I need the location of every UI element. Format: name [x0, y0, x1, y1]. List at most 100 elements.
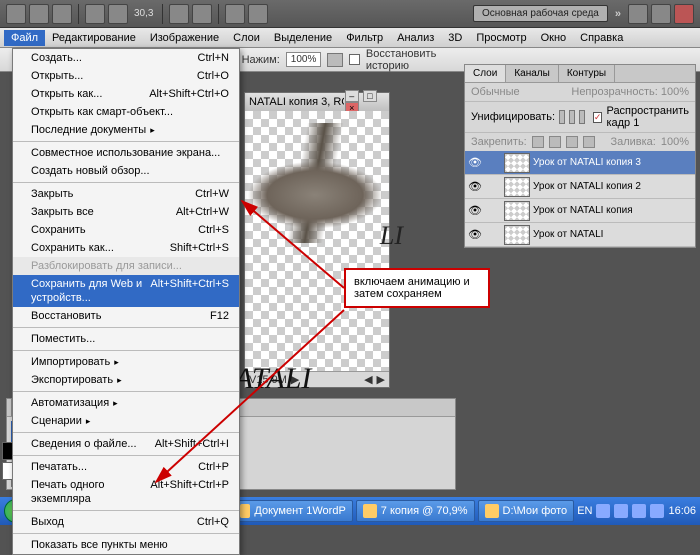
menuitem[interactable]: ВыходCtrl+Q [13, 513, 239, 531]
propagate-label: Распространить кадр 1 [606, 105, 689, 129]
menu-анализ[interactable]: Анализ [390, 30, 441, 46]
fill-label: Заливка: [610, 136, 655, 148]
app-toolbar: 30,3 Основная рабочая среда » [0, 0, 700, 28]
menuitem[interactable]: Импортировать [13, 353, 239, 371]
layer-row[interactable]: 👁Урок от NATALI копия 3 [465, 151, 695, 175]
unify-vis-icon[interactable] [569, 110, 575, 124]
eye-icon[interactable]: 👁 [465, 180, 485, 193]
max-icon[interactable] [651, 4, 671, 24]
document-title: NATALI копия 3, RGB... [249, 96, 344, 108]
taskbar-item[interactable]: Документ 1WordP [233, 500, 353, 522]
lock-pos-icon[interactable] [566, 136, 578, 148]
scroll-left-icon[interactable]: ◀ [364, 373, 372, 386]
menuitem[interactable]: Последние документы [13, 121, 239, 139]
menuitem[interactable]: Открыть как смарт-объект... [13, 103, 239, 121]
menu-выделение[interactable]: Выделение [267, 30, 339, 46]
menu-просмотр[interactable]: Просмотр [469, 30, 533, 46]
menu-окно[interactable]: Окно [534, 30, 574, 46]
doc-max-button[interactable]: □ [363, 90, 377, 102]
document-window: NATALI копия 3, RGB... – □ × LI V15.9M ▶… [244, 92, 390, 388]
clock[interactable]: 16:06 [668, 505, 696, 517]
menuitem[interactable]: Печатать...Ctrl+P [13, 458, 239, 476]
menuitem[interactable]: Поместить... [13, 330, 239, 348]
propagate-checkbox[interactable]: ✓ [593, 112, 603, 123]
arrange-icon[interactable] [225, 4, 245, 24]
flow-label: Нажим: [242, 54, 280, 66]
tray-icon[interactable] [632, 504, 646, 518]
screen-icon[interactable] [248, 4, 268, 24]
menuitem[interactable]: Создать...Ctrl+N [13, 49, 239, 67]
workspace-picker[interactable]: Основная рабочая среда [473, 5, 608, 22]
lock-all-icon[interactable] [583, 136, 595, 148]
close-icon[interactable] [674, 4, 694, 24]
opacity-value: 30,3 [134, 8, 153, 19]
menuitem[interactable]: СохранитьCtrl+S [13, 221, 239, 239]
menu-справка[interactable]: Справка [573, 30, 630, 46]
file-menu: Создать...Ctrl+NОткрыть...Ctrl+OОткрыть … [12, 48, 240, 555]
annotation-callout: включаем анимацию и затем сохраняем [344, 268, 490, 308]
menu-слои[interactable]: Слои [226, 30, 267, 46]
menuitem[interactable]: Автоматизация [13, 394, 239, 412]
menuitem[interactable]: Экспортировать [13, 371, 239, 389]
doc-min-button[interactable]: – [345, 90, 359, 102]
airbrush-icon[interactable] [327, 53, 343, 67]
taskbar-item[interactable]: D:\Мои фото [478, 500, 575, 522]
chevrons-icon[interactable]: » [615, 8, 621, 20]
layer-row[interactable]: 👁Урок от NATALI [465, 223, 695, 247]
menuitem: Разблокировать для записи... [13, 257, 239, 275]
unify-pos-icon[interactable] [559, 110, 565, 124]
menuitem[interactable]: Создать новый обзор... [13, 162, 239, 180]
menuitem[interactable]: Сохранить для Web и устройств...Alt+Shif… [13, 275, 239, 307]
min-icon[interactable] [628, 4, 648, 24]
opacity-value-field[interactable]: 100% [661, 86, 689, 98]
tab-channels[interactable]: Каналы [506, 65, 559, 82]
flow-field[interactable]: 100% [286, 52, 322, 67]
blend-mode[interactable]: Обычные [471, 86, 520, 98]
layer-row[interactable]: 👁Урок от NATALI копия [465, 199, 695, 223]
menuitem[interactable]: Сохранить как...Shift+Ctrl+S [13, 239, 239, 257]
menuitem[interactable]: Сведения о файле...Alt+Shift+Ctrl+I [13, 435, 239, 453]
eye-icon[interactable]: 👁 [465, 204, 485, 217]
tab-paths[interactable]: Контуры [559, 65, 615, 82]
mb-icon[interactable] [52, 4, 72, 24]
menu-редактирование[interactable]: Редактирование [45, 30, 143, 46]
rotate-icon[interactable] [192, 4, 212, 24]
menuitem[interactable]: Открыть...Ctrl+O [13, 67, 239, 85]
menuitem[interactable]: Открыть как...Alt+Shift+Ctrl+O [13, 85, 239, 103]
eye-icon[interactable]: 👁 [465, 228, 485, 241]
tab-layers[interactable]: Слои [465, 65, 506, 82]
tray-icon[interactable] [614, 504, 628, 518]
menu-изображение[interactable]: Изображение [143, 30, 226, 46]
layer-row[interactable]: 👁Урок от NATALI копия 2 [465, 175, 695, 199]
menuitem[interactable]: ВосстановитьF12 [13, 307, 239, 325]
lock-trans-icon[interactable] [532, 136, 544, 148]
menu-3d[interactable]: 3D [441, 30, 469, 46]
menuitem[interactable]: Показать все пункты меню [13, 536, 239, 554]
lang-indicator[interactable]: EN [577, 505, 592, 517]
menuitem[interactable]: Сценарии [13, 412, 239, 430]
menuitem[interactable]: Печать одного экземпляраAlt+Shift+Ctrl+P [13, 476, 239, 508]
tray-icon[interactable] [650, 504, 664, 518]
lock-pixels-icon[interactable] [549, 136, 561, 148]
bird-image [235, 123, 395, 243]
menuitem[interactable]: Совместное использование экрана... [13, 144, 239, 162]
scroll-right-icon[interactable]: ▶ [377, 373, 385, 386]
view-icon[interactable] [85, 4, 105, 24]
document-canvas[interactable]: LI [245, 111, 389, 371]
fill-value[interactable]: 100% [661, 136, 689, 148]
restore-checkbox[interactable] [349, 54, 360, 65]
canvas-text: LI [380, 221, 403, 251]
hand-icon[interactable] [169, 4, 189, 24]
eye-icon[interactable]: 👁 [465, 156, 485, 169]
menuitem[interactable]: ЗакрытьCtrl+W [13, 185, 239, 203]
taskbar-item[interactable]: 7 копия @ 70,9% [356, 500, 475, 522]
restore-label: Восстановить историю [366, 48, 480, 72]
menu-файл[interactable]: Файл [4, 30, 45, 46]
menu-фильтр[interactable]: Фильтр [339, 30, 390, 46]
tray-icon[interactable] [596, 504, 610, 518]
ps-icon[interactable] [6, 4, 26, 24]
unify-style-icon[interactable] [579, 110, 585, 124]
bridge-icon[interactable] [29, 4, 49, 24]
menuitem[interactable]: Закрыть всеAlt+Ctrl+W [13, 203, 239, 221]
zoom-icon[interactable] [108, 4, 128, 24]
